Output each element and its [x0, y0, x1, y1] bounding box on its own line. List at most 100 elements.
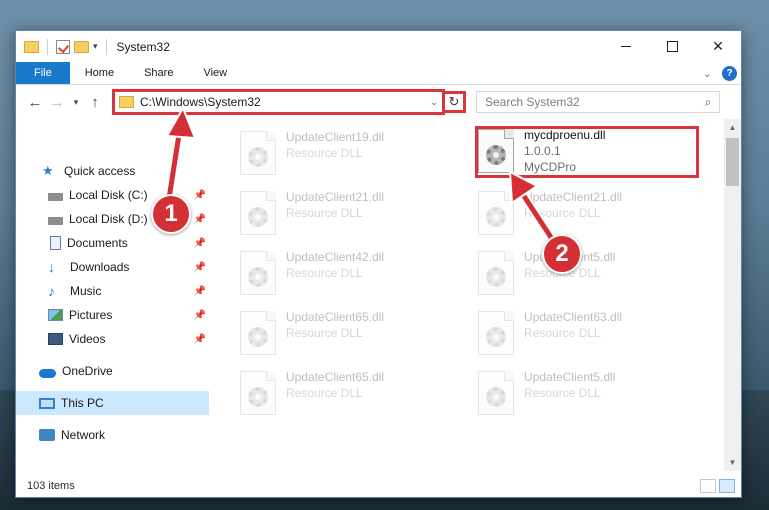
- sidebar-item-this-pc[interactable]: This PC: [16, 391, 209, 415]
- pin-icon: 📌: [193, 285, 206, 297]
- music-icon: ♪: [48, 283, 55, 299]
- sidebar-item-videos[interactable]: Videos 📌: [16, 327, 209, 351]
- view-toggles: [700, 479, 741, 493]
- drive-icon: [48, 217, 63, 225]
- list-item[interactable]: UpdateClient21.dll Resource DLL: [238, 189, 460, 241]
- pictures-icon: [48, 309, 63, 321]
- file-explorer-window: ▾ System32 ✕ File Home Share View ⌄ ? ← …: [15, 30, 742, 498]
- dll-file-icon: [478, 311, 514, 355]
- file-list: UpdateClient19.dll Resource DLL UpdateCl…: [226, 119, 723, 471]
- list-item[interactable]: UpdateClient5.dll Resource DLL: [476, 249, 698, 301]
- sidebar-item-label: Music: [70, 284, 102, 298]
- dll-file-icon: [240, 191, 276, 235]
- gear-icon: [248, 327, 268, 347]
- scroll-down-arrow-icon[interactable]: ▼: [724, 454, 741, 471]
- file-name: UpdateClient21.dll: [524, 190, 623, 204]
- back-arrow-icon[interactable]: ←: [24, 94, 46, 111]
- network-icon: [39, 429, 55, 441]
- file-type: Resource DLL: [524, 326, 601, 340]
- list-item[interactable]: UpdateClient65.dll Resource DLL: [238, 309, 460, 361]
- file-type: Resource DLL: [286, 386, 363, 400]
- list-item[interactable]: UpdateClient65.dll Resource DLL: [238, 369, 460, 421]
- sidebar-item-pictures[interactable]: Pictures 📌: [16, 303, 209, 327]
- sidebar-item-music[interactable]: ♪ Music 📌: [16, 279, 209, 303]
- sidebar-item-label: Local Disk (C:): [69, 188, 148, 202]
- large-icons-view-icon[interactable]: [719, 479, 735, 493]
- sidebar-item-label: Videos: [69, 332, 106, 346]
- list-item[interactable]: UpdateClient63.dll Resource DLL: [476, 309, 698, 361]
- close-button[interactable]: ✕: [695, 31, 741, 62]
- help-icon[interactable]: ?: [722, 65, 737, 81]
- pin-icon: 📌: [193, 213, 206, 225]
- file-name: UpdateClient63.dll: [524, 310, 623, 324]
- tab-file[interactable]: File: [16, 62, 70, 84]
- search-icon[interactable]: ⌕: [697, 95, 719, 110]
- expand-ribbon-chevron-icon[interactable]: ⌄: [703, 67, 712, 80]
- folder-icon: [24, 40, 39, 53]
- gear-icon: [248, 207, 268, 227]
- toolbar-divider: [47, 38, 48, 55]
- tab-share[interactable]: Share: [129, 62, 188, 84]
- forward-arrow-icon[interactable]: →: [46, 94, 68, 111]
- sidebar-item-label: This PC: [61, 396, 104, 410]
- downloads-icon: ↓: [48, 259, 55, 275]
- item-count: 103 items: [27, 480, 75, 492]
- search-box[interactable]: ⌕: [476, 91, 720, 113]
- pin-icon: 📌: [193, 189, 206, 201]
- pin-icon: 📌: [193, 237, 206, 249]
- dll-file-icon: [240, 251, 276, 295]
- new-folder-icon[interactable]: [74, 40, 89, 53]
- pin-icon: 📌: [193, 309, 206, 321]
- sidebar-item-documents[interactable]: Documents 📌: [16, 231, 209, 255]
- drive-icon: [48, 193, 63, 201]
- tab-home[interactable]: Home: [70, 62, 129, 84]
- details-view-icon[interactable]: [700, 479, 716, 493]
- tab-view[interactable]: View: [188, 62, 242, 84]
- file-name: UpdateClient19.dll: [286, 130, 385, 144]
- refresh-button[interactable]: ↻: [444, 91, 466, 113]
- scroll-up-arrow-icon[interactable]: ▲: [724, 119, 741, 136]
- file-name: UpdateClient42.dll: [286, 250, 385, 264]
- gear-icon: [486, 207, 506, 227]
- list-item[interactable]: UpdateClient5.dll Resource DLL: [476, 369, 698, 421]
- gear-icon: [248, 387, 268, 407]
- file-highlight-box: [475, 126, 699, 178]
- maximize-button[interactable]: [649, 31, 695, 62]
- search-input[interactable]: [485, 95, 697, 109]
- ribbon-right-controls: ⌄ ?: [703, 62, 741, 84]
- step-1-callout: 1: [151, 194, 191, 234]
- sidebar-item-label: Quick access: [64, 164, 136, 178]
- file-type: Resource DLL: [286, 266, 363, 280]
- gear-icon: [486, 267, 506, 287]
- up-arrow-icon[interactable]: ↑: [84, 94, 106, 111]
- minimize-button[interactable]: [603, 31, 649, 62]
- file-name: UpdateClient65.dll: [286, 370, 385, 384]
- recent-locations-chevron-down-icon[interactable]: ▾: [68, 97, 84, 108]
- list-item[interactable]: UpdateClient21.dll Resource DLL: [476, 189, 698, 241]
- list-item[interactable]: UpdateClient42.dll Resource DLL: [238, 249, 460, 301]
- sidebar-item-label: Local Disk (D:): [69, 212, 148, 226]
- address-bar[interactable]: C:\Windows\System32 ⌄: [112, 89, 445, 115]
- step-2-callout: 2: [542, 234, 582, 274]
- sidebar-item-downloads[interactable]: ↓ Downloads 📌: [16, 255, 209, 279]
- toolbar-divider: [105, 38, 107, 55]
- quick-access-toolbar: ▾: [16, 31, 111, 62]
- videos-icon: [48, 333, 63, 345]
- properties-icon[interactable]: [56, 39, 70, 54]
- scrollbar-thumb[interactable]: [726, 138, 739, 186]
- address-toolbar: ← → ▾ ↑ C:\Windows\System32 ⌄ ↻ ⌕: [16, 85, 741, 119]
- sidebar-item-quick-access[interactable]: ★ Quick access: [16, 159, 209, 183]
- vertical-scrollbar[interactable]: ▲ ▼: [724, 119, 741, 471]
- file-name: UpdateClient65.dll: [286, 310, 385, 324]
- pin-icon: 📌: [193, 333, 206, 345]
- file-type: Resource DLL: [524, 386, 601, 400]
- navigation-pane: ★ Quick access Local Disk (C:) 📌 Local D…: [16, 119, 211, 471]
- sidebar-item-onedrive[interactable]: OneDrive: [16, 359, 209, 383]
- dll-file-icon: [240, 131, 276, 175]
- customize-toolbar-chevron-down-icon[interactable]: ▾: [93, 41, 98, 52]
- address-path[interactable]: C:\Windows\System32: [140, 95, 426, 109]
- address-history-chevron-down-icon[interactable]: ⌄: [426, 97, 442, 108]
- list-item[interactable]: UpdateClient19.dll Resource DLL: [238, 129, 460, 181]
- sidebar-item-network[interactable]: Network: [16, 423, 209, 447]
- file-name: UpdateClient21.dll: [286, 190, 385, 204]
